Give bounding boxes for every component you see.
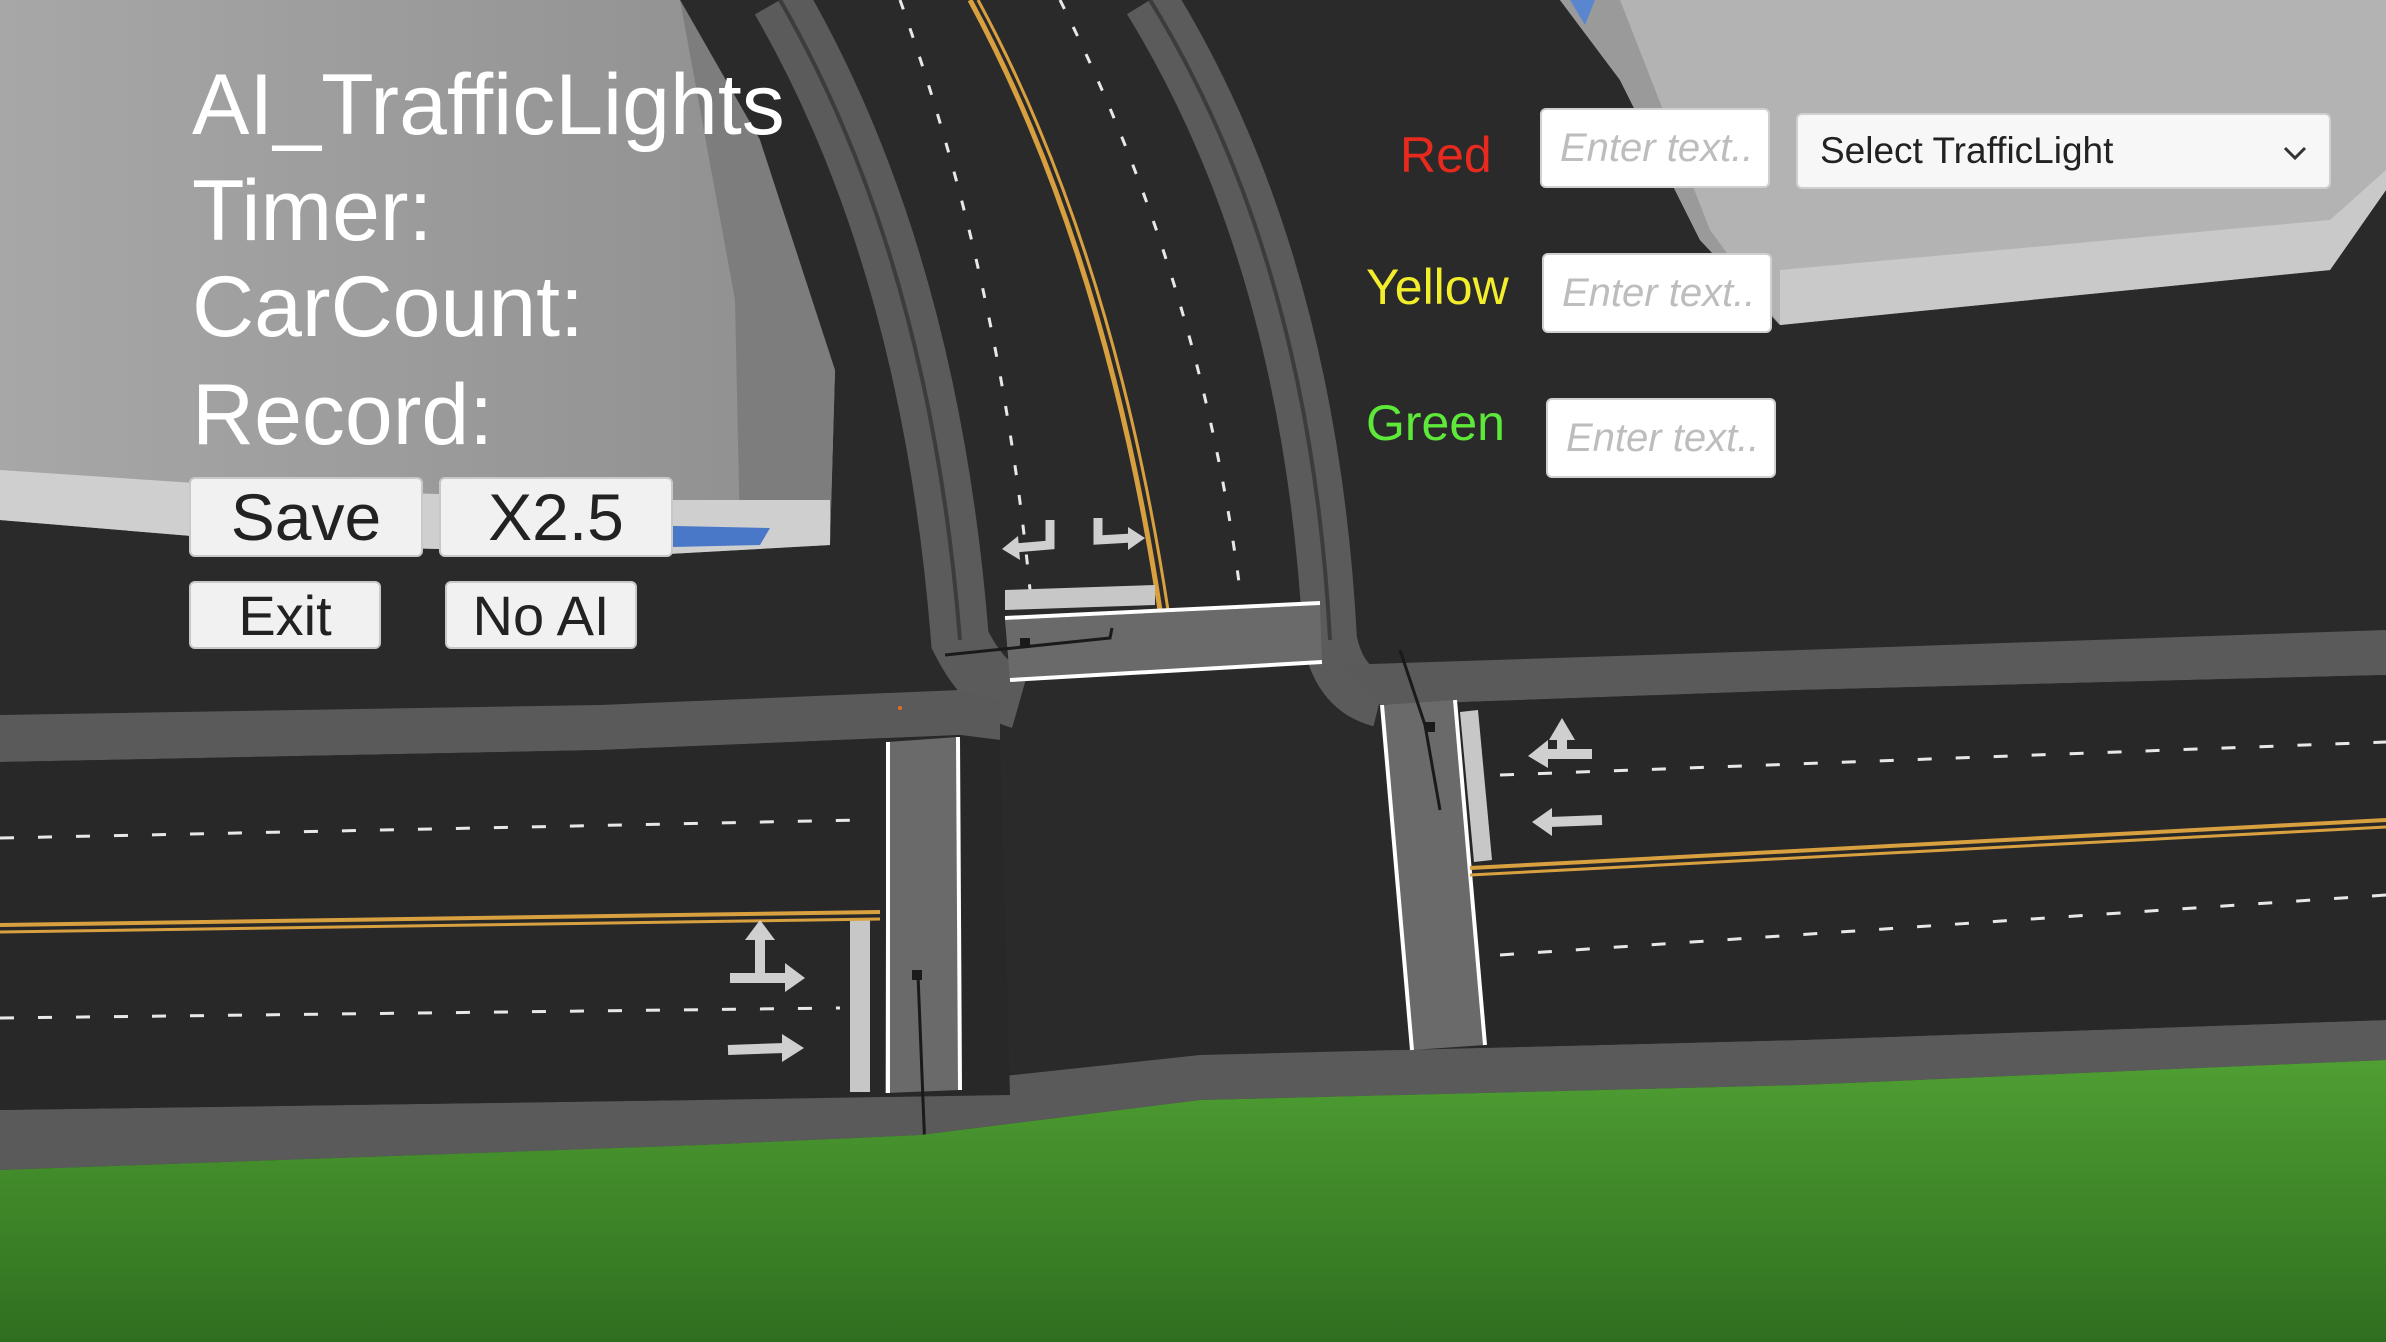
red-light-label: Red	[1400, 127, 1492, 183]
green-light-label: Green	[1366, 395, 1505, 451]
speed-button[interactable]: X2.5	[439, 477, 673, 557]
game-title: AI_TrafficLights	[192, 57, 785, 153]
green-duration-input[interactable]	[1546, 398, 1776, 478]
record-label: Record:	[192, 367, 494, 463]
traffic-light-dropdown-value: Select TrafficLight	[1820, 130, 2114, 171]
exit-button[interactable]: Exit	[189, 581, 381, 649]
carcount-label: CarCount:	[192, 259, 584, 355]
traffic-light-dropdown[interactable]: Select TrafficLight	[1796, 113, 2331, 189]
red-duration-input[interactable]	[1540, 108, 1770, 188]
yellow-duration-input[interactable]	[1542, 253, 1772, 333]
save-button[interactable]: Save	[189, 477, 423, 557]
chevron-down-icon	[2283, 146, 2307, 161]
yellow-light-label: Yellow	[1366, 259, 1509, 315]
no-ai-button[interactable]: No AI	[445, 581, 637, 649]
west-crosswalk	[885, 737, 960, 1093]
game-viewport: AI_TrafficLights Timer: CarCount: Record…	[0, 0, 2386, 1342]
timer-label: Timer:	[192, 163, 433, 259]
